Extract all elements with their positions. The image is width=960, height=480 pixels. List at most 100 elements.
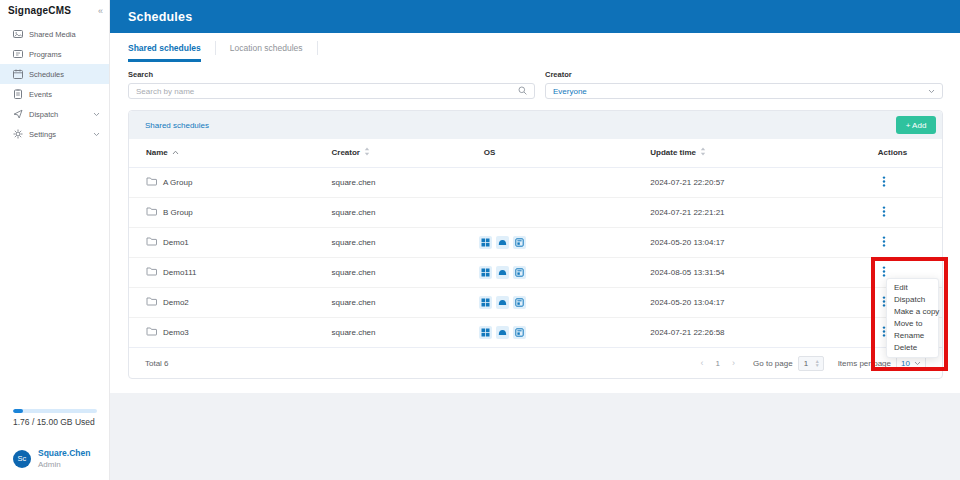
column-header-update-time[interactable]: Update time xyxy=(650,139,878,167)
os-windows-icon xyxy=(479,296,492,309)
current-page[interactable]: 1 xyxy=(716,359,720,368)
table-row: B Group square.chen 2024-07-21 22:21:21 xyxy=(129,197,942,227)
sidebar-item-settings[interactable]: Settings xyxy=(0,124,109,144)
schedule-name[interactable]: B Group xyxy=(163,208,193,217)
user-account[interactable]: Sc Square.Chen Admin xyxy=(13,448,96,469)
user-role: Admin xyxy=(38,460,90,469)
schedules-table: NameCreatorOSUpdate timeActions A Group s… xyxy=(129,139,942,347)
prev-page-icon[interactable]: ‹ xyxy=(701,358,704,368)
folder-icon xyxy=(146,326,157,338)
creator-select[interactable]: Everyone xyxy=(545,83,943,99)
column-header-name[interactable]: Name xyxy=(129,139,331,167)
schedule-name[interactable]: A Group xyxy=(163,178,192,187)
sidebar-nav: Shared Media Programs Schedules Events Dispa… xyxy=(0,24,109,144)
chevron-down-icon xyxy=(93,132,100,137)
menu-item-dispatch[interactable]: Dispatch xyxy=(887,294,938,306)
next-page-icon[interactable]: › xyxy=(732,358,735,368)
table-body: A Groupsquare.chen2024-07-21 22:20:57B G… xyxy=(129,167,942,347)
user-name: Square.Chen xyxy=(38,448,90,458)
stepper-icons[interactable]: ▲▼ xyxy=(815,359,820,367)
sidebar-item-label: Shared Media xyxy=(29,30,76,39)
schedule-creator: square.chen xyxy=(331,197,483,227)
search-label: Search xyxy=(128,70,535,79)
menu-item-delete[interactable]: Delete xyxy=(887,342,938,354)
event-icon xyxy=(13,89,23,99)
schedule-name[interactable]: Demo1 xyxy=(163,238,189,247)
tab-location-schedules[interactable]: Location schedules xyxy=(230,33,303,62)
row-actions-icon[interactable] xyxy=(882,236,886,247)
folder-icon xyxy=(146,206,157,218)
os-screen-icon xyxy=(513,236,526,249)
menu-item-rename[interactable]: Rename xyxy=(887,330,938,342)
creator-label: Creator xyxy=(545,70,943,79)
schedule-name[interactable]: Demo2 xyxy=(163,298,189,307)
row-actions-icon[interactable] xyxy=(882,206,886,217)
row-actions-menu: EditDispatchMake a copyMove toRenameDele… xyxy=(886,278,939,358)
goto-page-input[interactable]: 1 ▲▼ xyxy=(798,356,824,371)
row-actions-icon[interactable] xyxy=(882,176,886,187)
table-row: Demo111square.chen2024-08-05 13:31:54 xyxy=(129,257,942,287)
schedule-creator: square.chen xyxy=(331,287,483,317)
storage-usage-label: 1.76 / 15.00 GB Used xyxy=(13,417,96,427)
folder-icon xyxy=(146,236,157,248)
os-screen-icon xyxy=(513,326,526,339)
os-dome-icon xyxy=(496,326,509,339)
column-header-actions: Actions xyxy=(878,139,942,167)
tab-divider xyxy=(215,41,216,55)
os-dome-icon xyxy=(496,296,509,309)
sidebar-item-label: Events xyxy=(29,90,52,99)
sidebar-item-shared-media[interactable]: Shared Media xyxy=(0,24,109,44)
content-area: Shared schedules Location schedules Searc… xyxy=(110,33,960,393)
sidebar-item-label: Programs xyxy=(29,50,62,59)
sidebar-item-label: Schedules xyxy=(29,70,64,79)
total-count: Total 6 xyxy=(145,359,169,368)
collapse-sidebar-icon[interactable]: « xyxy=(98,6,103,16)
sidebar-item-dispatch[interactable]: Dispatch xyxy=(0,104,109,124)
schedule-updated: 2024-08-05 13:31:54 xyxy=(650,257,878,287)
sort-icon xyxy=(172,148,179,157)
menu-item-move-to[interactable]: Move to xyxy=(887,318,938,330)
os-screen-icon xyxy=(513,266,526,279)
os-dome-icon xyxy=(496,266,509,279)
folder-icon xyxy=(146,176,157,188)
sidebar-item-programs[interactable]: Programs xyxy=(0,44,109,64)
menu-item-edit[interactable]: Edit xyxy=(887,282,938,294)
table-header-row: NameCreatorOSUpdate timeActions xyxy=(129,139,942,167)
add-button[interactable]: + Add xyxy=(896,116,936,134)
tab-shared-schedules[interactable]: Shared schedules xyxy=(128,33,201,62)
goto-page-label: Go to page xyxy=(753,359,793,368)
table-row: Demo2square.chen2024-05-20 13:04:17 xyxy=(129,287,942,317)
os-windows-icon xyxy=(479,326,492,339)
items-per-page-label: Items per page xyxy=(838,359,891,368)
os-windows-icon xyxy=(479,236,492,249)
program-icon xyxy=(13,49,23,59)
os-windows-icon xyxy=(479,266,492,279)
search-placeholder: Search by name xyxy=(136,87,518,96)
creator-selected-value: Everyone xyxy=(553,87,928,96)
os-dome-icon xyxy=(496,236,509,249)
os-screen-icon xyxy=(513,296,526,309)
schedule-updated: 2024-07-21 22:21:21 xyxy=(650,197,878,227)
chevron-down-icon xyxy=(93,112,100,117)
schedule-creator: square.chen xyxy=(331,167,483,197)
sidebar-item-label: Dispatch xyxy=(29,110,58,119)
table-row: A Group square.chen 2024-07-21 22:20:57 xyxy=(129,167,942,197)
search-input[interactable]: Search by name xyxy=(128,83,535,99)
schedule-name[interactable]: Demo111 xyxy=(163,268,197,277)
row-actions-icon[interactable] xyxy=(882,266,886,277)
column-header-creator[interactable]: Creator xyxy=(331,139,483,167)
panel-title: Shared schedules xyxy=(145,121,209,130)
menu-item-make-a-copy[interactable]: Make a copy xyxy=(887,306,938,318)
sidebar-item-events[interactable]: Events xyxy=(0,84,109,104)
send-icon xyxy=(13,109,23,119)
calendar-icon xyxy=(13,69,23,79)
schedule-updated: 2024-05-20 13:04:17 xyxy=(650,227,878,257)
items-per-page-value: 10 xyxy=(901,359,910,368)
search-icon xyxy=(518,86,527,97)
gear-icon xyxy=(13,129,23,139)
schedule-updated: 2024-07-21 22:20:57 xyxy=(650,167,878,197)
sidebar-item-schedules[interactable]: Schedules xyxy=(0,64,109,84)
schedule-updated: 2024-07-21 22:26:58 xyxy=(650,317,878,347)
schedule-name[interactable]: Demo3 xyxy=(163,328,189,337)
schedule-creator: square.chen xyxy=(331,227,483,257)
